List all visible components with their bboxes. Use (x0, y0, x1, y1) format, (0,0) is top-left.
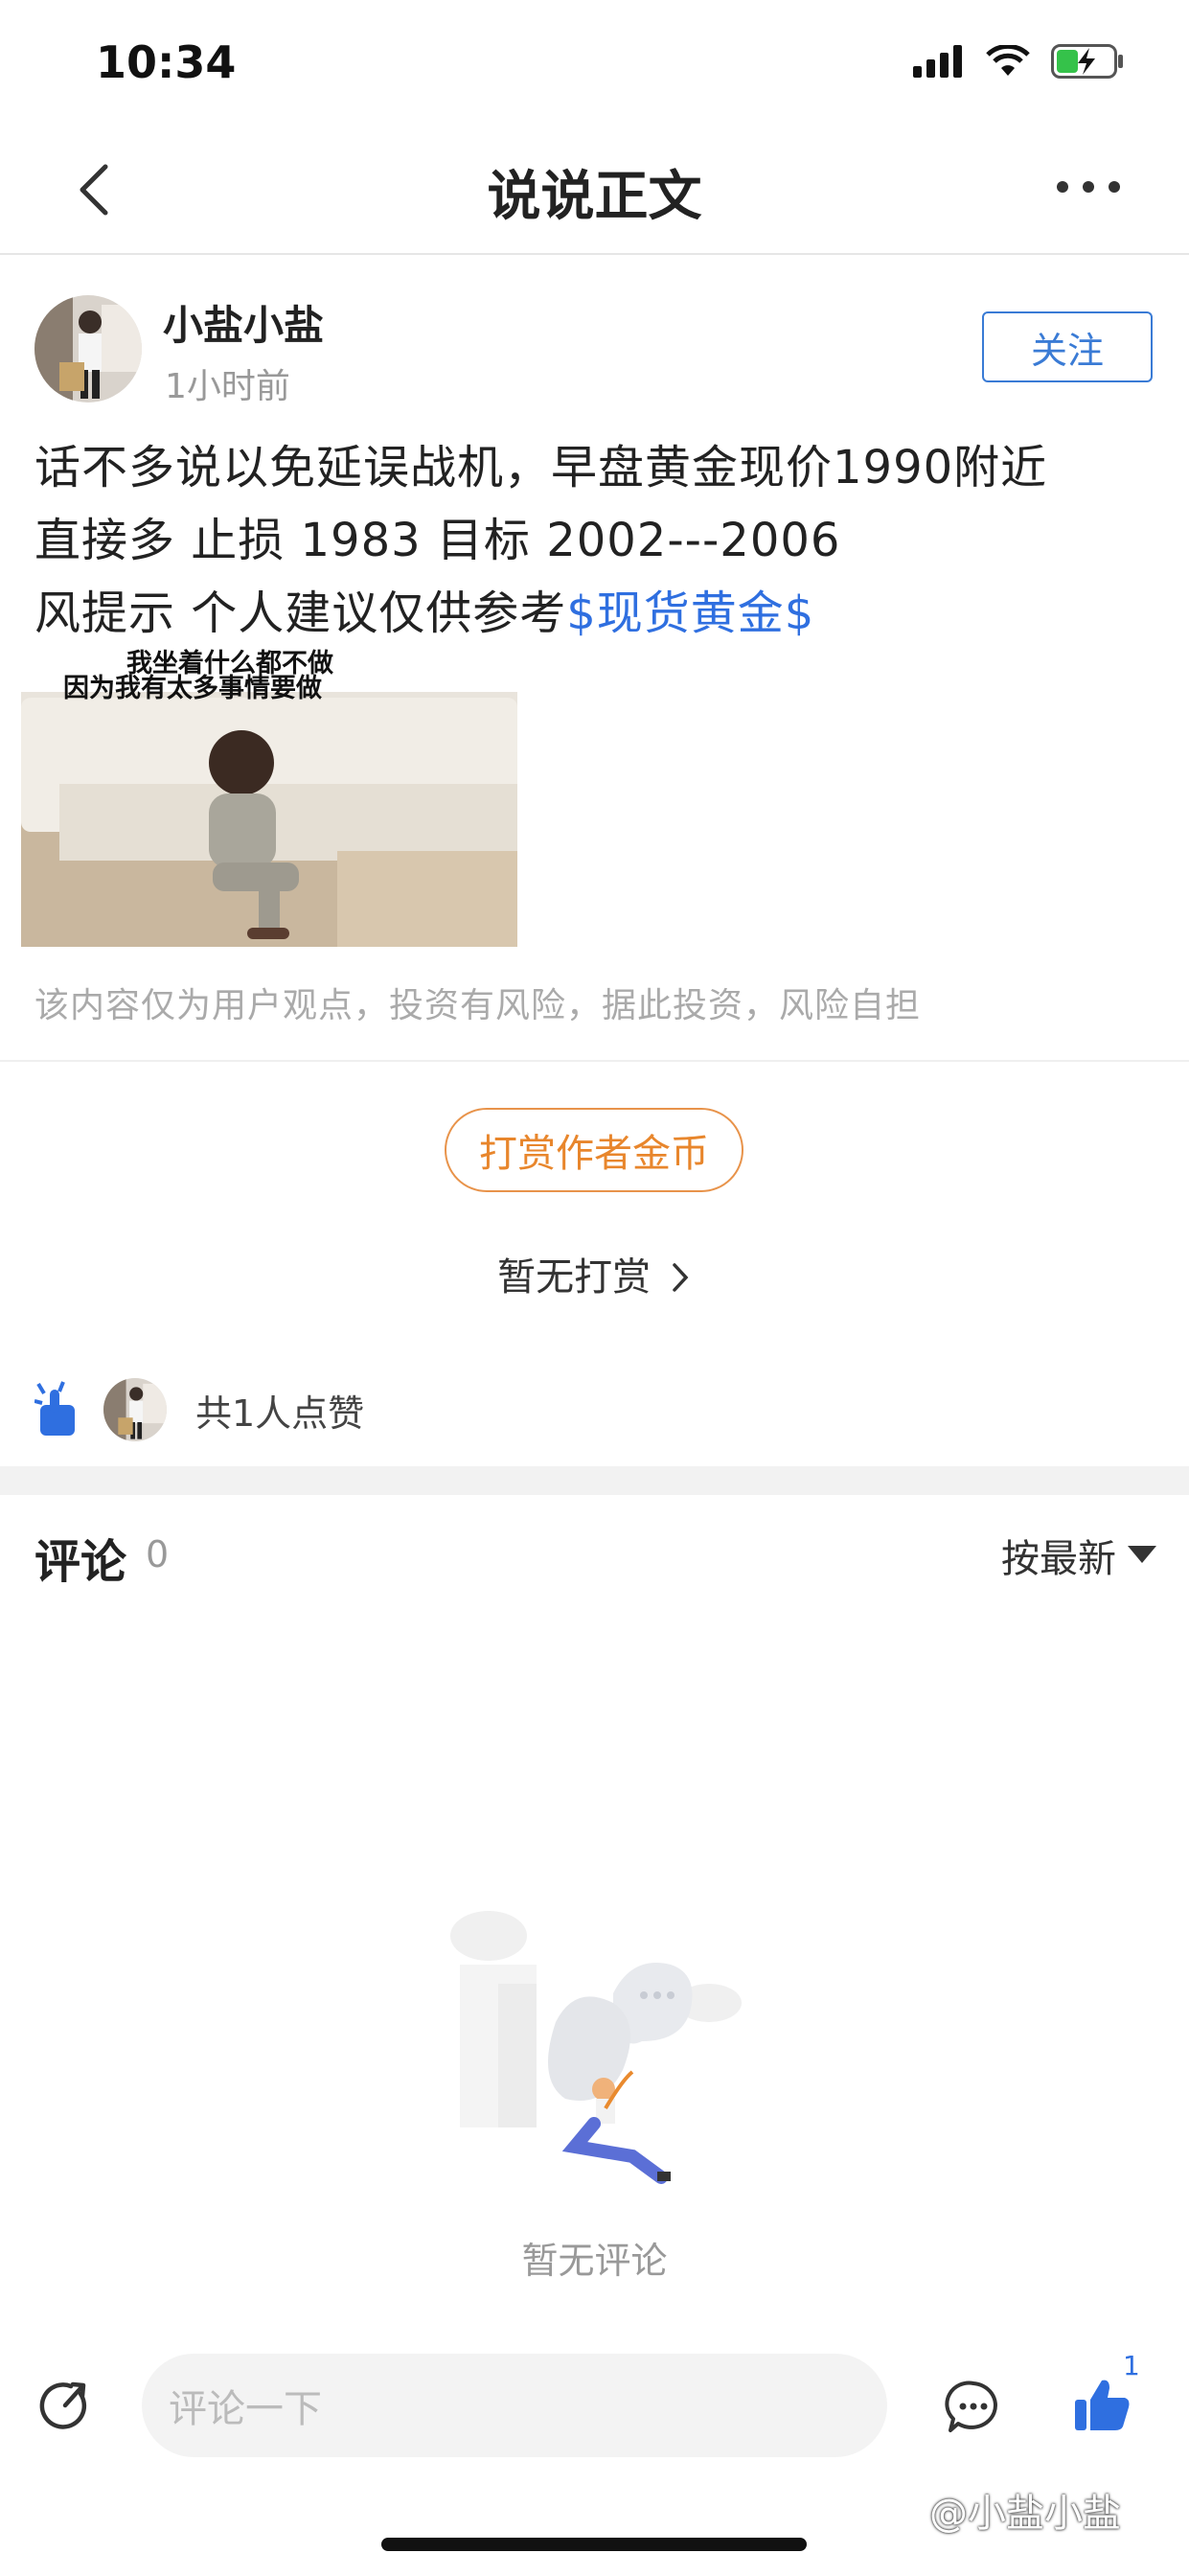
sort-label: 按最新 (1001, 1537, 1116, 1581)
liker-avatar[interactable] (103, 1378, 167, 1441)
like-count-badge: 1 (1123, 2350, 1140, 2381)
status-time: 10:34 (96, 36, 237, 88)
image-caption: 因为我有太多事情要做 (63, 674, 322, 703)
empty-comments-text: 暂无评论 (521, 2240, 668, 2282)
empty-comments-illustration (441, 1907, 757, 2204)
share-icon (39, 2381, 87, 2429)
signal-icon (913, 45, 962, 78)
more-button[interactable] (1045, 163, 1132, 211)
post-line: 直接多 止损 1983 目标 2002---2006 (34, 514, 841, 567)
share-button[interactable] (34, 2377, 92, 2434)
comment-input[interactable]: 评论一下 (142, 2354, 887, 2457)
nav-bar: 说说正文 (0, 125, 1189, 255)
status-icons (913, 44, 1124, 79)
post-line: 话不多说以免延误战机，早盘黄金现价1990附近 (34, 441, 1048, 494)
chevron-right-icon (673, 1263, 689, 1292)
reward-list-link[interactable]: 暂无打赏 (0, 1246, 1189, 1301)
divider (0, 1060, 1189, 1062)
reward-author-button[interactable]: 打赏作者金币 (445, 1108, 743, 1192)
watermark: @小盐小盐 (929, 2492, 1121, 2536)
battery-icon (1051, 44, 1123, 79)
thumbs-up-icon (1075, 2380, 1130, 2430)
thumbs-up-icon (34, 1381, 75, 1436)
comment-button[interactable] (945, 2379, 1002, 2436)
post-image[interactable]: 我坐着什么都不做 因为我有太多事情要做 (21, 640, 517, 947)
likes-row[interactable]: 共1人点赞 (34, 1376, 364, 1443)
author-avatar[interactable] (34, 295, 142, 402)
comments-title: 评论 (34, 1535, 127, 1589)
post-time: 1小时前 (165, 367, 290, 406)
home-indicator[interactable] (381, 2538, 807, 2551)
sort-dropdown[interactable]: 按最新 (1001, 1528, 1156, 1583)
author-name[interactable]: 小盐小盐 (163, 293, 324, 352)
caret-down-icon (1128, 1546, 1156, 1563)
likes-count-text: 共1人点赞 (195, 1392, 365, 1435)
risk-disclaimer: 该内容仅为用户观点，投资有风险，据此投资，风险自担 (34, 986, 922, 1025)
wifi-icon (986, 45, 1030, 76)
chat-bubble-icon (945, 2380, 997, 2432)
follow-button[interactable]: 关注 (982, 311, 1153, 382)
reward-info-text: 暂无打赏 (497, 1255, 652, 1300)
post-content: 话不多说以免延误战机，早盘黄金现价1990附近 直接多 止损 1983 目标 2… (34, 431, 1155, 650)
comments-count: 0 (146, 1533, 170, 1576)
section-divider (0, 1466, 1189, 1495)
stock-tag-link[interactable]: $现货黄金$ (566, 586, 814, 640)
like-button[interactable] (1073, 2375, 1132, 2434)
page-title: 说说正文 (487, 166, 702, 228)
post-line: 风提示 个人建议仅供参考$现货黄金$ (34, 577, 1155, 650)
more-dots-icon (1057, 181, 1120, 193)
post-line-text: 风提示 个人建议仅供参考 (34, 586, 567, 640)
